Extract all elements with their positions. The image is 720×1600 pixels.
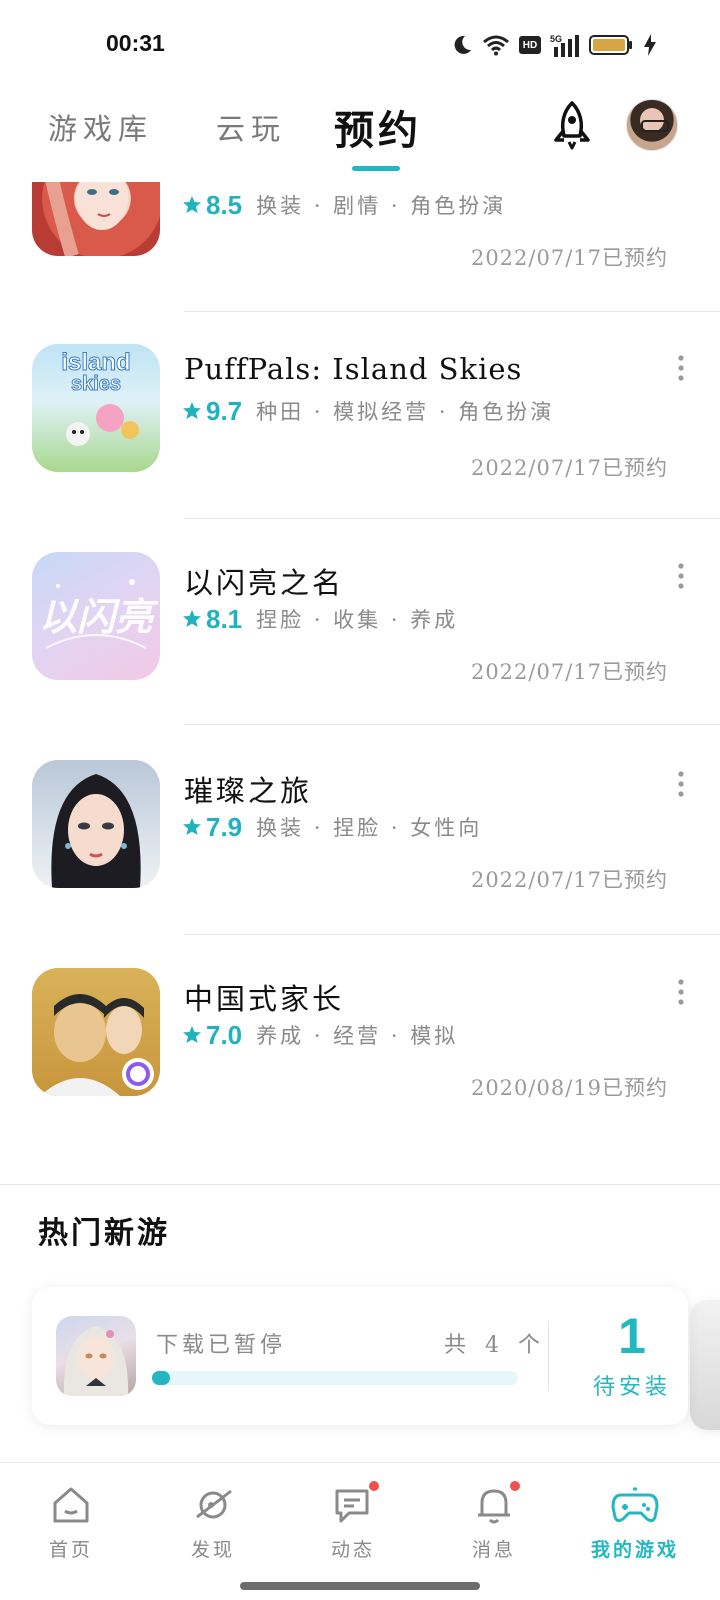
star-icon — [183, 1026, 201, 1043]
pending-install-count: 1 — [618, 1308, 646, 1364]
home-indicator — [240, 1582, 480, 1590]
game-name: 以闪亮之名 — [184, 566, 345, 600]
notification-badge — [367, 1479, 381, 1493]
section-title: 热门新游 — [38, 1216, 170, 1251]
rating-value: 7.0 — [206, 1019, 243, 1050]
nav-discover[interactable]: 发现 — [153, 1483, 273, 1562]
star-icon — [183, 196, 201, 213]
svg-text:skies: skies — [71, 373, 121, 395]
download-card[interactable]: 下载已暂停 共 4 个 1 待安装 — [32, 1287, 688, 1425]
reservation-list: 8.5 换装 · 剧情 · 角色扮演 2022/07/17已预约 island s… — [0, 182, 720, 1182]
gamepad-icon — [611, 1487, 659, 1523]
game-tags: 种田 · 模拟经营 · 角色扮演 — [256, 400, 555, 424]
download-count: 共 4 个 — [444, 1333, 546, 1358]
bottom-nav: 首页 发现 动态 消息 我的游戏 — [0, 1462, 720, 1600]
game-name: 中国式家长 — [184, 982, 345, 1016]
game-tags: 捏脸 · 收集 · 养成 — [256, 608, 459, 632]
svg-text:5G: 5G — [550, 34, 562, 44]
nav-home[interactable]: 首页 — [11, 1483, 131, 1562]
download-game-thumbnail — [56, 1316, 136, 1396]
list-item[interactable]: 以闪亮 以闪亮之名 8.1 捏脸 · 收集 · 养成 2022/07/17已预约 — [0, 540, 720, 744]
signal-icon: 5G — [550, 34, 579, 57]
nav-messages[interactable]: 消息 — [434, 1479, 554, 1562]
tab-active-indicator — [352, 166, 400, 171]
tab-game-library[interactable]: 游戏库 — [48, 106, 153, 148]
star-icon — [183, 818, 201, 835]
tab-reservations[interactable]: 预约 — [334, 98, 422, 156]
rating-row: 7.0 养成 · 经营 · 模拟 — [182, 1020, 458, 1050]
rating-value: 7.9 — [206, 811, 243, 842]
moon-icon — [454, 35, 471, 54]
status-bar: 00:31 HD 5G — [0, 0, 720, 90]
rating-row: 8.5 换装 · 剧情 · 角色扮演 — [182, 190, 506, 220]
user-avatar[interactable] — [626, 99, 678, 151]
rating-row: 9.7 种田 · 模拟经营 · 角色扮演 — [182, 396, 554, 426]
nav-feed[interactable]: 动态 — [293, 1479, 413, 1562]
reserve-date: 2022/07/17已预约 — [470, 868, 668, 892]
game-icon-puffpals: island skies — [32, 344, 160, 472]
rating-row: 8.1 捏脸 · 收集 · 养成 — [182, 604, 458, 634]
rating-row: 7.9 换装 · 捏脸 · 女性向 — [182, 812, 482, 842]
nav-my-games[interactable]: 我的游戏 — [575, 1483, 695, 1562]
game-icon-shining-name: 以闪亮 — [32, 552, 160, 680]
battery-icon — [589, 35, 632, 55]
divider — [184, 311, 720, 312]
divider — [184, 518, 720, 519]
rocket-icon[interactable] — [547, 100, 597, 152]
reserve-date: 2020/08/19已预约 — [470, 1076, 668, 1100]
notification-badge — [508, 1479, 522, 1493]
game-icon-anime-girl — [32, 182, 160, 256]
nav-label: 动态 — [330, 1539, 375, 1561]
charging-icon — [644, 34, 656, 56]
reserve-date: 2022/07/17已预约 — [470, 246, 668, 270]
tab-cloud-play[interactable]: 云玩 — [216, 106, 286, 148]
reserve-date: 2022/07/17已预约 — [470, 456, 668, 480]
divider — [184, 724, 720, 725]
list-item[interactable]: 璀璨之旅 7.9 换装 · 捏脸 · 女性向 2022/07/17已预约 — [0, 748, 720, 952]
game-tags: 换装 · 剧情 · 角色扮演 — [256, 194, 507, 218]
nav-label: 首页 — [48, 1539, 93, 1561]
list-item[interactable]: 8.5 换装 · 剧情 · 角色扮演 2022/07/17已预约 — [0, 182, 720, 332]
more-options-icon[interactable] — [676, 354, 686, 382]
star-icon — [183, 610, 201, 627]
svg-text:以闪亮: 以闪亮 — [39, 594, 159, 639]
more-options-icon[interactable] — [676, 770, 686, 798]
download-progress-fill — [152, 1371, 171, 1385]
card-separator — [548, 1321, 549, 1391]
game-icon-chinese-parents — [32, 968, 160, 1096]
nav-label: 我的游戏 — [590, 1539, 679, 1561]
game-tags: 养成 · 经营 · 模拟 — [256, 1024, 459, 1048]
rating-value: 8.5 — [206, 189, 243, 220]
download-status: 下载已暂停 — [156, 1333, 287, 1358]
game-name: PuffPals: Island Skies — [184, 352, 523, 386]
home-icon — [53, 1487, 89, 1523]
game-icon-traditional-lady — [32, 760, 160, 888]
status-time: 00:31 — [106, 30, 165, 56]
status-icons: HD 5G — [451, 30, 656, 60]
pending-install-label[interactable]: 待安装 — [562, 1369, 702, 1401]
nav-label: 消息 — [471, 1539, 516, 1561]
more-options-icon[interactable] — [676, 978, 686, 1006]
divider — [184, 934, 720, 935]
download-progress-bar — [152, 1371, 518, 1385]
svg-text:island: island — [61, 349, 130, 376]
wifi-icon — [483, 35, 509, 56]
nav-label: 发现 — [190, 1539, 235, 1561]
section-divider — [0, 1184, 720, 1185]
list-item[interactable]: 中国式家长 7.0 养成 · 经营 · 模拟 2020/08/19已预约 — [0, 956, 720, 1160]
list-item[interactable]: island skies PuffPals: Island Skies 9.7 种… — [0, 332, 720, 536]
rating-value: 9.7 — [206, 395, 243, 426]
planet-icon — [196, 1489, 232, 1519]
game-name: 璀璨之旅 — [184, 774, 313, 808]
star-icon — [183, 402, 201, 419]
game-tags: 换装 · 捏脸 · 女性向 — [256, 816, 483, 840]
hd-icon: HD — [519, 36, 541, 54]
top-nav: 游戏库 云玩 预约 — [0, 90, 720, 182]
more-options-icon[interactable] — [676, 562, 686, 590]
reserve-date: 2022/07/17已预约 — [470, 660, 668, 684]
rating-value: 8.1 — [206, 603, 243, 634]
